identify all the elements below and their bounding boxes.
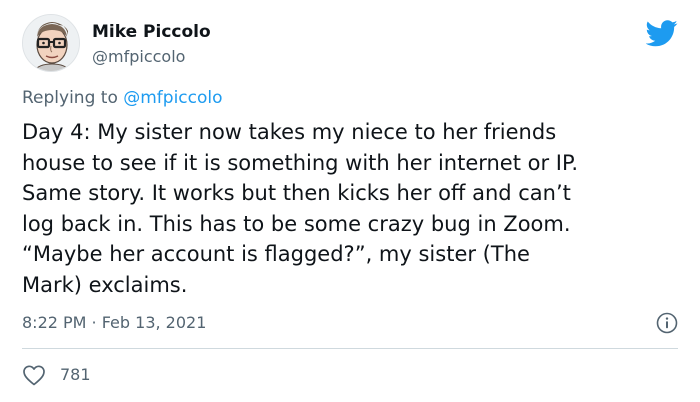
author-handle[interactable]: @mfpiccolo [92,47,185,66]
info-icon[interactable] [656,312,678,334]
like-count[interactable]: 781 [60,365,91,384]
heart-icon[interactable] [22,364,46,386]
reply-mention-link[interactable]: @mfpiccolo [123,88,222,108]
twitter-bird-icon[interactable] [646,20,678,47]
avatar[interactable] [22,14,80,72]
tweet-timestamp[interactable]: 8:22 PM · Feb 13, 2021 [22,313,206,332]
replying-to-line: Replying to @mfpiccolo [22,88,223,108]
tweet-body-text: Day 4: My sister now takes my niece to h… [22,120,579,297]
tweet-card: Mike Piccolo @mfpiccolo Replying to @mfp… [0,0,700,402]
avatar-face-icon [23,15,79,71]
replying-to-label: Replying to [22,88,124,108]
divider [22,348,678,349]
author-display-name[interactable]: Mike Piccolo [92,22,211,42]
